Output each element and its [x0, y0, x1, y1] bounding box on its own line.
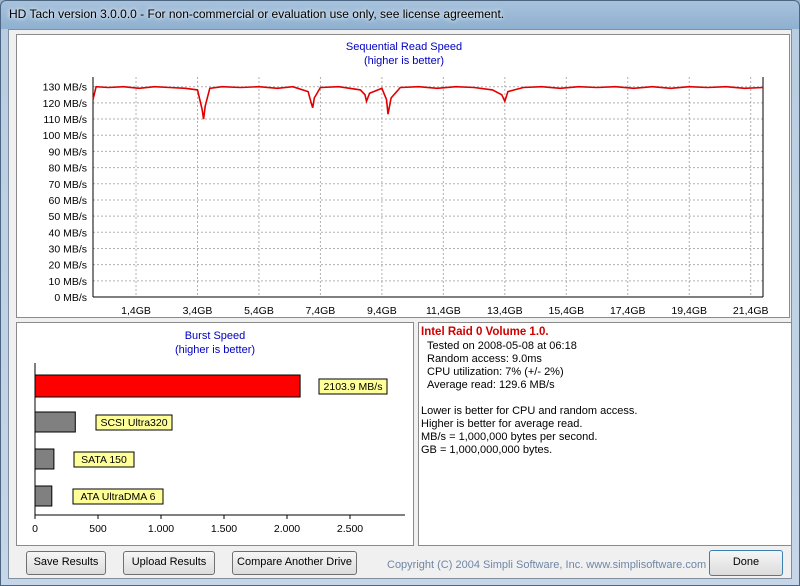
bar-label: 2103.9 MB/s	[324, 381, 383, 393]
x-tick-label: 21,4GB	[733, 305, 769, 317]
y-tick-label: 10 MB/s	[48, 276, 87, 288]
burst-bar	[34, 485, 53, 507]
y-tick-label: 30 MB/s	[48, 243, 87, 255]
window-title: HD Tach version 3.0.0.0 - For non-commer…	[9, 7, 505, 21]
burst-bar	[34, 448, 55, 470]
x-tick-label: 2.500	[337, 523, 363, 535]
chart-subtitle: (higher is better)	[175, 344, 255, 356]
x-tick-label: 500	[89, 523, 107, 535]
random-access: Random access: 9.0ms	[427, 353, 542, 365]
y-tick-label: 100 MB/s	[43, 130, 87, 142]
y-tick-label: 90 MB/s	[48, 146, 87, 158]
x-tick-label: 5,4GB	[244, 305, 274, 317]
tested-on: Tested on 2008-05-08 at 06:18	[427, 340, 577, 352]
x-tick-label: 1.000	[148, 523, 174, 535]
burst-bar	[34, 374, 301, 398]
chart-subtitle: (higher is better)	[364, 55, 444, 67]
save-results-button[interactable]: Save Results	[26, 551, 106, 575]
note-line: Higher is better for average read.	[421, 418, 583, 430]
chart-title: Sequential Read Speed	[346, 41, 462, 53]
x-tick-label: 3,4GB	[183, 305, 213, 317]
note-line: GB = 1,000,000,000 bytes.	[421, 444, 553, 456]
x-tick-label: 19,4GB	[671, 305, 707, 317]
y-tick-label: 0 MB/s	[54, 292, 87, 304]
burst-speed-panel: Burst Speed (higher is better) 0 500 1.000 1.…	[16, 322, 414, 546]
x-tick-label: 0	[32, 523, 38, 535]
x-tick-label: 7,4GB	[306, 305, 336, 317]
bar-label: ATA UltraDMA 6	[81, 491, 156, 503]
burst-bar	[34, 411, 76, 433]
compare-drive-button[interactable]: Compare Another Drive	[232, 551, 357, 575]
upload-results-button[interactable]: Upload Results	[123, 551, 215, 575]
y-tick-label: 20 MB/s	[48, 260, 87, 272]
y-tick-label: 80 MB/s	[48, 163, 87, 175]
x-tick-label: 1.500	[211, 523, 237, 535]
x-tick-label: 1,4GB	[121, 305, 151, 317]
results-info-panel: Intel Raid 0 Volume 1.0. Tested on 2008-…	[418, 322, 792, 546]
y-tick-label: 60 MB/s	[48, 195, 87, 207]
note-line: MB/s = 1,000,000 bytes per second.	[421, 431, 598, 443]
average-read: Average read: 129.6 MB/s	[427, 379, 555, 391]
done-button[interactable]: Done	[709, 550, 783, 576]
y-tick-label: 130 MB/s	[43, 82, 87, 94]
title-bar[interactable]: HD Tach version 3.0.0.0 - For non-commer…	[1, 1, 799, 29]
x-tick-label: 9,4GB	[367, 305, 397, 317]
y-tick-label: 110 MB/s	[43, 114, 87, 126]
x-tick-label: 11,4GB	[426, 305, 461, 317]
bar-label: SCSI Ultra320	[100, 417, 167, 429]
x-tick-label: 13,4GB	[487, 305, 523, 317]
note-line: Lower is better for CPU and random acces…	[421, 405, 638, 417]
chart-title: Burst Speed	[185, 330, 246, 342]
y-tick-label: 120 MB/s	[43, 98, 87, 110]
drive-name: Intel Raid 0 Volume 1.0.	[421, 326, 549, 338]
y-tick-label: 50 MB/s	[48, 211, 87, 223]
read-speed-panel: Sequential Read Speed (higher is better) 1…	[16, 34, 790, 318]
read-speed-chart: Sequential Read Speed (higher is better) 1…	[43, 41, 769, 317]
cpu-utilization: CPU utilization: 7% (+/- 2%)	[427, 366, 564, 378]
y-tick-label: 70 MB/s	[48, 179, 87, 191]
burst-speed-chart: Burst Speed (higher is better) 0 500 1.000 1.…	[32, 330, 405, 535]
y-tick-label: 40 MB/s	[48, 227, 87, 239]
copyright-text: Copyright (C) 2004 Simpli Software, Inc.…	[387, 559, 707, 571]
bar-label: SATA 150	[81, 454, 127, 466]
x-tick-label: 15,4GB	[548, 305, 584, 317]
x-tick-label: 2.000	[274, 523, 300, 535]
x-tick-label: 17,4GB	[610, 305, 646, 317]
